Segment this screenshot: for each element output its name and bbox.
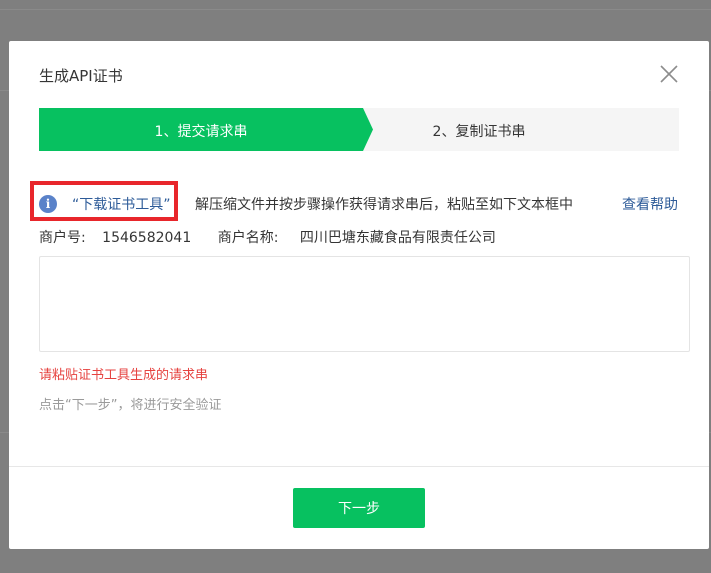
footer-divider — [9, 466, 709, 467]
step-label: 2、复制证书串 — [432, 124, 526, 140]
merchant-id-label: 商户号: — [39, 230, 86, 246]
next-step-button[interactable]: 下一步 — [293, 488, 425, 528]
close-icon[interactable] — [658, 63, 680, 85]
merchant-name-label: 商户名称: — [217, 230, 279, 246]
step-indicator: 2、复制证书串 1、提交请求串 — [39, 108, 679, 151]
request-string-input[interactable] — [39, 256, 690, 352]
instruction-text: 解压缩文件并按步骤操作获得请求串后，粘贴至如下文本框中 — [195, 197, 573, 213]
validation-error-message: 请粘贴证书工具生成的请求串 — [39, 368, 209, 383]
view-help-link[interactable]: 查看帮助 — [622, 194, 678, 214]
step-submit-request: 1、提交请求串 — [39, 108, 373, 151]
download-certificate-tool-link[interactable]: “下载证书工具” — [72, 194, 171, 214]
dialog-title: 生成API证书 — [39, 67, 123, 85]
background-divider — [0, 9, 711, 10]
merchant-info: 商户号: 1546582041 商户名称: 四川巴塘东藏食品有限责任公司 — [39, 227, 496, 247]
security-hint: 点击“下一步”，将进行安全验证 — [39, 398, 222, 413]
step-label: 1、提交请求串 — [154, 124, 248, 140]
merchant-name-value: 四川巴塘东藏食品有限责任公司 — [299, 230, 496, 246]
merchant-id-value: 1546582041 — [102, 230, 192, 246]
api-certificate-dialog: 生成API证书 2、复制证书串 1、提交请求串 i “下载证书工具” 解压缩文件… — [9, 41, 709, 549]
